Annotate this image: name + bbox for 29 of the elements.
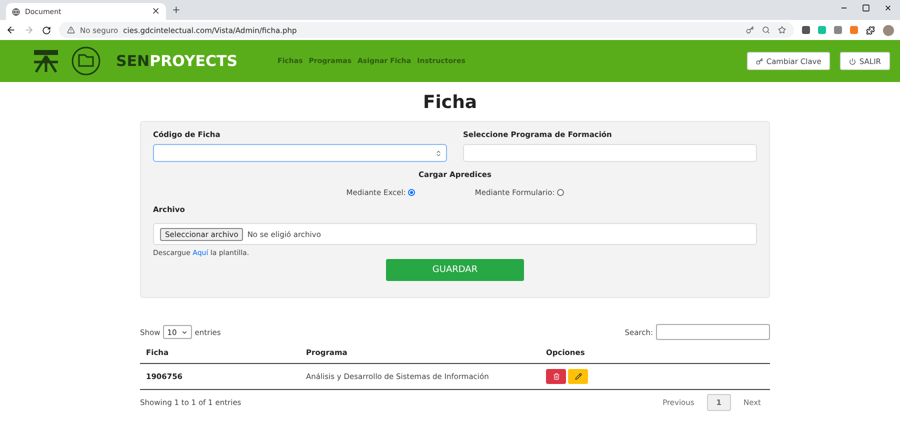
program-input-field[interactable]	[463, 144, 757, 162]
delete-button[interactable]	[546, 369, 566, 384]
spinner-icon[interactable]	[435, 150, 442, 156]
search-field[interactable]	[656, 324, 770, 340]
back-icon[interactable]	[6, 25, 16, 35]
warning-icon	[67, 26, 75, 34]
edit-button[interactable]	[568, 369, 588, 384]
radio-icon[interactable]	[408, 189, 415, 196]
key-icon[interactable]	[746, 26, 754, 34]
code-input-field[interactable]	[153, 144, 447, 162]
power-icon	[849, 58, 856, 64]
folder-logo-icon	[70, 46, 102, 76]
close-icon[interactable]	[884, 4, 892, 12]
puzzle-icon[interactable]	[866, 26, 875, 34]
star-icon[interactable]	[778, 26, 786, 34]
chevron-icon	[180, 328, 188, 336]
radio-icon[interactable]	[556, 189, 564, 196]
page-title: Ficha	[422, 92, 478, 113]
key-icon	[756, 58, 764, 64]
globe-icon	[12, 8, 20, 16]
pencil-icon	[574, 373, 582, 380]
maximize-icon[interactable]	[862, 4, 870, 12]
close-tab-button[interactable]: ×	[152, 6, 160, 17]
new-tab-button[interactable]: +	[172, 4, 180, 16]
zoom-icon[interactable]	[762, 26, 770, 34]
trash-icon	[552, 373, 560, 380]
reload-icon[interactable]	[42, 26, 51, 34]
brand-name: SENPROYECTS	[116, 52, 238, 70]
profile-avatar[interactable]	[883, 24, 894, 36]
